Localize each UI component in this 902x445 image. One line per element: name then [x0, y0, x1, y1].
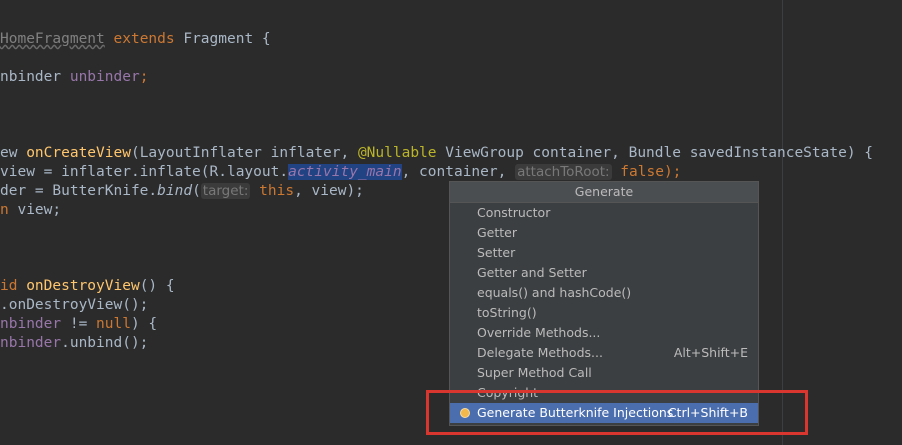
code-line-if: nbinder != null) {	[0, 316, 158, 332]
code-line-oncreateview: ew onCreateView(LayoutInflater inflater,…	[0, 145, 874, 161]
code-line-bind: der = ButterKnife.bind(target: this, vie…	[0, 183, 364, 199]
parameter-hint: attachToRoot:	[515, 164, 612, 180]
code-line-return: n view;	[0, 202, 62, 218]
code-line-super-call: .onDestroyView();	[0, 297, 149, 313]
code-line-unbind: nbinder.unbind();	[0, 335, 149, 351]
menu-item-tostring[interactable]: toString()	[450, 303, 758, 323]
menu-item-getter-and-setter[interactable]: Getter and Setter	[450, 263, 758, 283]
shortcut-label: Alt+Shift+E	[673, 345, 748, 360]
menu-item-delegate-methods[interactable]: Delegate Methods... Alt+Shift+E	[450, 343, 758, 363]
layout-reference[interactable]: activity_main	[288, 164, 402, 180]
highlight-annotation-box	[426, 390, 808, 435]
code-line-class-decl: HomeFragment extends Fragment {	[0, 31, 271, 47]
code-line-inflate: view = inflater.inflate(R.layout.activit…	[0, 164, 682, 180]
class-name: HomeFragment	[0, 31, 105, 47]
menu-item-setter[interactable]: Setter	[450, 243, 758, 263]
popup-title: Generate	[450, 182, 758, 203]
menu-item-equals-hashcode[interactable]: equals() and hashCode()	[450, 283, 758, 303]
code-line-ondestroyview: id onDestroyView() {	[0, 278, 175, 294]
menu-item-getter[interactable]: Getter	[450, 223, 758, 243]
code-line-field: nbinder unbinder;	[0, 69, 149, 85]
menu-item-super-method-call[interactable]: Super Method Call	[450, 363, 758, 383]
menu-item-override-methods[interactable]: Override Methods...	[450, 323, 758, 343]
parameter-hint: target:	[200, 183, 251, 199]
right-margin-guide	[782, 0, 783, 445]
menu-item-constructor[interactable]: Constructor	[450, 203, 758, 223]
